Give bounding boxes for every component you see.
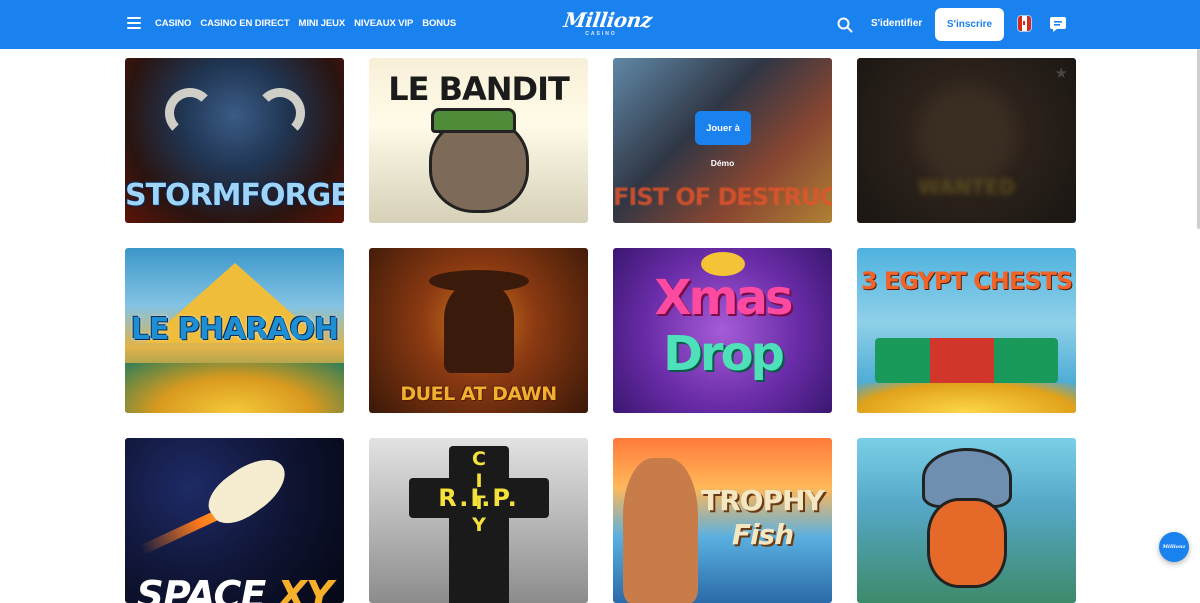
game-title-line1: Xmas — [654, 270, 794, 326]
login-button[interactable]: S'identifier — [871, 18, 922, 29]
nav-mini-jeux[interactable]: MINI JEUX — [299, 18, 346, 29]
site-logo[interactable]: Millionz CASINO — [562, 8, 654, 40]
nav-bonus[interactable]: BONUS — [422, 18, 456, 29]
canada-flag-icon[interactable] — [1018, 16, 1031, 31]
game-tile-wanted[interactable]: WANTED ★ — [857, 58, 1076, 223]
demo-link[interactable]: Démo — [613, 158, 832, 168]
game-tile-stormforged[interactable]: STORMFORGED — [125, 58, 344, 223]
game-title: DUEL AT DAWN — [400, 383, 557, 405]
chat-launcher-button[interactable]: Millionz — [1159, 532, 1189, 562]
nav-niveaux-vip[interactable]: NIVEAUX VIP — [354, 18, 413, 29]
search-icon[interactable] — [837, 17, 853, 33]
game-title: TROPHY Fish — [701, 484, 825, 551]
logo-brand: Millionz — [562, 8, 654, 32]
game-title: R.I.P. — [438, 484, 519, 512]
site-header: CASINO CASINO EN DIRECT MINI JEUX NIVEAU… — [0, 0, 1200, 49]
game-tile-3-egypt-chests[interactable]: 3 EGYPT CHESTS — [857, 248, 1076, 413]
menu-icon[interactable] — [127, 17, 141, 29]
signup-button[interactable]: S'inscrire — [935, 8, 1004, 41]
game-title: LE PHARAOH — [130, 312, 339, 347]
game-title: STORMFORGED — [125, 178, 344, 213]
play-button[interactable]: Jouer à — [695, 111, 751, 145]
game-title: LE BANDIT — [388, 70, 570, 108]
game-tile-le-pharaoh[interactable]: LE PHARAOH — [125, 248, 344, 413]
game-tile-xmas-drop[interactable]: Xmas Drop — [613, 248, 832, 413]
chat-icon[interactable] — [1049, 16, 1067, 33]
game-title: FIST OF DESTRUCTION — [613, 183, 832, 211]
nav-casino-en-direct[interactable]: CASINO EN DIRECT — [200, 18, 289, 29]
game-tile-rip-city[interactable]: CITY R.I.P. — [369, 438, 588, 603]
nav-casino[interactable]: CASINO — [155, 18, 191, 29]
game-title: WANTED — [917, 175, 1016, 199]
game-tile-viking[interactable] — [857, 438, 1076, 603]
game-tile-duel-at-dawn[interactable]: DUEL AT DAWN — [369, 248, 588, 413]
favorite-star-icon[interactable]: ★ — [1055, 64, 1068, 82]
main-nav: CASINO CASINO EN DIRECT MINI JEUX NIVEAU… — [155, 18, 465, 29]
game-title: 3 EGYPT CHESTS — [860, 267, 1073, 295]
game-title: SPACE XY — [136, 573, 334, 603]
game-tile-trophy-fish[interactable]: TROPHY Fish — [613, 438, 832, 603]
game-tile-space-xy[interactable]: SPACE XY — [125, 438, 344, 603]
game-tile-le-bandit[interactable]: LE BANDIT — [369, 58, 588, 223]
game-title-line2: Drop — [663, 326, 785, 382]
game-tile-fist-of-destruction[interactable]: FIST OF DESTRUCTION Jouer à Démo — [613, 58, 832, 223]
